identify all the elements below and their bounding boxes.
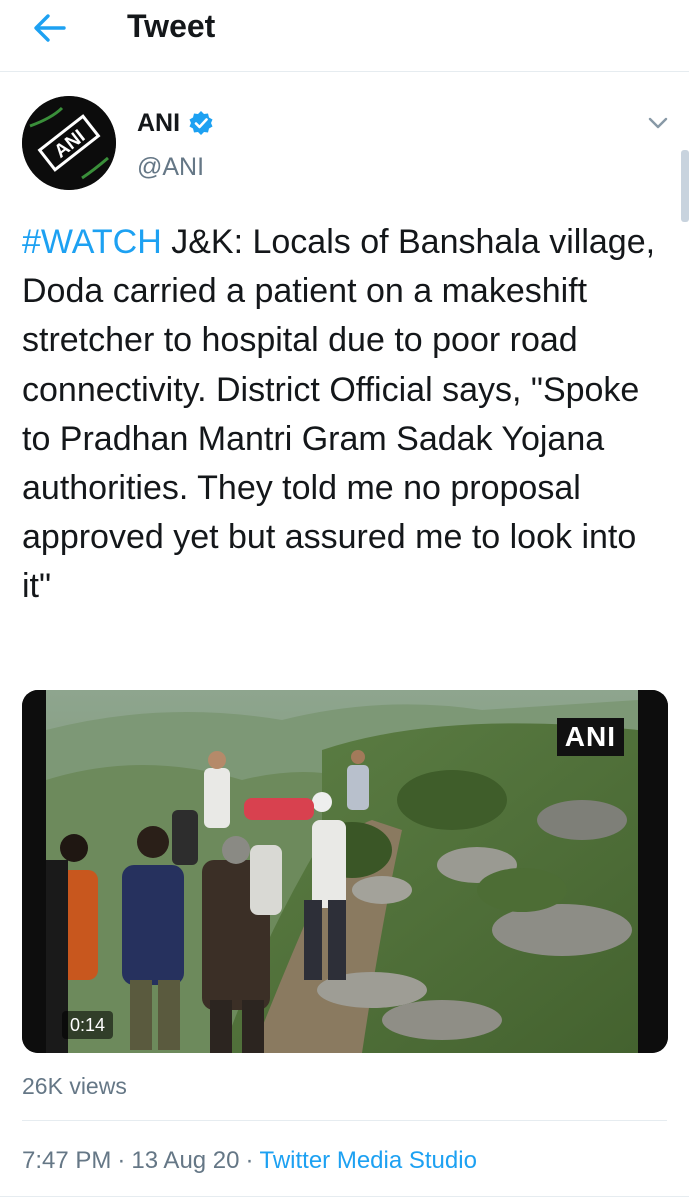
hashtag-link[interactable]: #WATCH xyxy=(22,223,162,261)
divider xyxy=(22,1120,667,1121)
view-count: 26K views xyxy=(22,1073,127,1099)
scrollbar-thumb[interactable] xyxy=(681,150,689,222)
tweet-text: #WATCH J&K: Locals of Banshala village, … xyxy=(22,218,672,612)
video-duration-badge: 0:14 xyxy=(62,1011,114,1039)
avatar[interactable]: ANI xyxy=(22,96,116,190)
tweet-source-link[interactable]: Twitter Media Studio xyxy=(260,1147,477,1174)
page-title: Tweet xyxy=(127,8,216,44)
ani-logo-icon: ANI xyxy=(22,96,116,190)
chevron-down-icon[interactable] xyxy=(645,110,671,136)
author-name[interactable]: ANI xyxy=(137,108,214,138)
video-player[interactable]: ANI 0:14 xyxy=(22,690,668,1053)
divider xyxy=(0,1196,689,1197)
tweet-meta: 7:47 PM · 13 Aug 20 · Twitter Media Studio xyxy=(22,1146,477,1176)
author-handle: @ANI xyxy=(137,153,205,181)
tweet-body: J&K: Locals of Banshala village, Doda ca… xyxy=(22,223,656,606)
verified-badge-icon xyxy=(189,111,213,135)
tweet-header: Tweet xyxy=(0,0,689,72)
back-button[interactable] xyxy=(26,8,74,48)
tweet-time: 7:47 PM xyxy=(22,1147,112,1174)
tweet-date: 13 Aug 20 xyxy=(131,1147,240,1174)
meta-separator: · xyxy=(245,1147,254,1174)
arrow-left-icon xyxy=(34,14,66,42)
author-name-label: ANI xyxy=(137,109,181,137)
meta-separator: · xyxy=(117,1147,126,1174)
video-watermark: ANI xyxy=(556,718,624,756)
